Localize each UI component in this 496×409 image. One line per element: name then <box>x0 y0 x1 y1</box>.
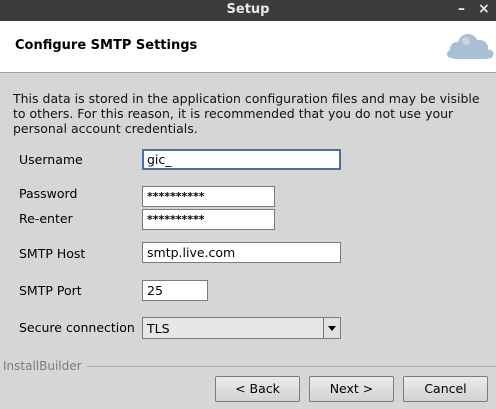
secure-connection-select[interactable]: TLS <box>142 317 341 339</box>
chevron-down-icon[interactable] <box>323 318 340 338</box>
secure-connection-label: Secure connection <box>19 320 135 335</box>
description-text: This data is stored in the application c… <box>13 91 480 136</box>
smtp-port-label: SMTP Port <box>19 283 82 298</box>
smtp-host-field[interactable]: smtp.live.com <box>142 242 341 263</box>
username-label: Username <box>19 152 83 167</box>
window-titlebar: Setup – × <box>0 0 496 21</box>
password-field[interactable]: ********** <box>142 186 275 207</box>
form-panel: This data is stored in the application c… <box>0 74 496 364</box>
minimize-button[interactable]: – <box>458 1 465 17</box>
installbuilder-brand: InstallBuilder <box>3 359 82 373</box>
back-button[interactable]: < Back <box>215 376 300 402</box>
reenter-password-field[interactable]: ********** <box>142 209 275 230</box>
cancel-button[interactable]: Cancel <box>403 376 488 402</box>
footer-divider <box>87 366 496 367</box>
reenter-label: Re-enter <box>19 211 73 226</box>
page-title: Configure SMTP Settings <box>15 38 198 53</box>
smtp-host-label: SMTP Host <box>19 246 86 261</box>
smtp-port-field[interactable]: 25 <box>142 280 208 301</box>
secure-connection-value: TLS <box>147 321 170 336</box>
username-field[interactable]: gic_ <box>142 149 341 170</box>
cloud-logo-icon <box>446 32 494 65</box>
close-button[interactable]: × <box>478 1 490 17</box>
window-title: Setup <box>226 2 270 17</box>
page-header: Configure SMTP Settings <box>0 21 496 73</box>
next-button[interactable]: Next > <box>309 376 394 402</box>
password-label: Password <box>19 186 78 201</box>
